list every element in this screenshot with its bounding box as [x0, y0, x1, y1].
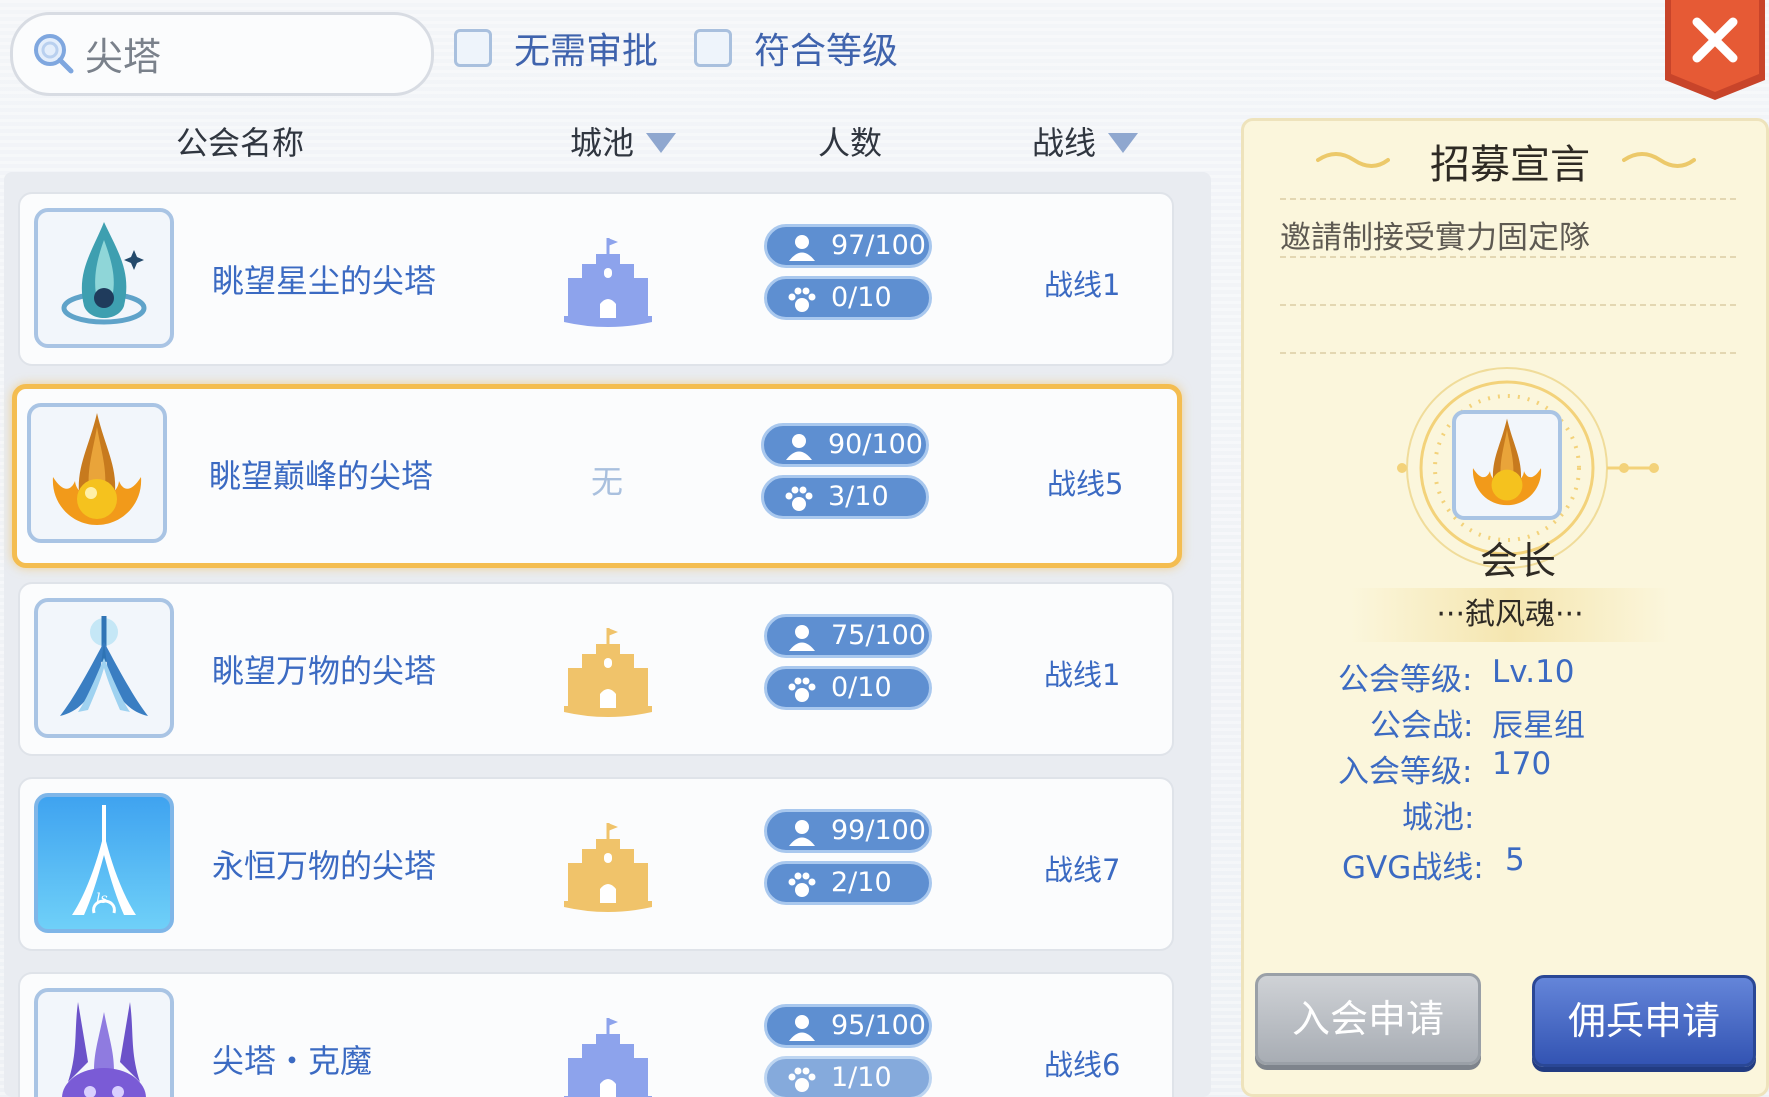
filter-no-approval[interactable]: 无需审批 — [454, 22, 658, 74]
member-count-badge: 75/100 — [764, 614, 932, 658]
search-icon — [34, 34, 74, 74]
leader-avatar — [1452, 410, 1562, 520]
sort-arrow-icon — [1108, 133, 1139, 153]
column-header-city-label: 城池 — [570, 124, 635, 162]
manifesto-title: 招募宣言 — [1430, 142, 1590, 188]
guild-war-value: 辰星组 — [1492, 708, 1585, 744]
guild-level-label: 公会等级: — [1338, 662, 1473, 698]
join-level-value: 170 — [1492, 746, 1552, 782]
blue-castle-icon — [564, 238, 652, 327]
guild-level-value: Lv.10 — [1492, 654, 1575, 690]
gold-castle-icon — [564, 628, 652, 717]
leader-name: ···弑风魂··· — [1350, 588, 1670, 642]
guild-name: 永恒万物的尖塔 — [212, 847, 437, 885]
sort-arrow-icon — [646, 133, 677, 153]
title-ornament-left-icon — [1316, 152, 1390, 168]
gvg-line-label: GVG战线: — [1342, 850, 1484, 886]
member-count: 90/100 — [828, 429, 923, 460]
close-button[interactable] — [1661, 0, 1769, 104]
column-header-line-label: 战线 — [1032, 124, 1097, 162]
filter-level-match-label: 符合等级 — [754, 31, 899, 72]
war-line: 战线1 — [1044, 658, 1121, 692]
pet-count-badge: 0/10 — [764, 276, 932, 320]
guild-name: 眺望万物的尖塔 — [212, 652, 437, 690]
paw-icon — [788, 677, 816, 702]
member-count-badge: 99/100 — [764, 809, 932, 853]
blue-castle-icon — [564, 1018, 652, 1097]
war-line: 战线6 — [1044, 1048, 1121, 1082]
guild-row-selected[interactable]: 眺望巅峰的尖塔 无 90/100 3/10 战线5 — [12, 384, 1182, 568]
search-box[interactable] — [10, 12, 434, 96]
war-line: 战线7 — [1044, 853, 1121, 887]
paw-icon — [785, 486, 813, 511]
guild-emblem-icon — [34, 988, 174, 1097]
city-label: 城池: — [1402, 800, 1475, 836]
guild-emblem-icon — [34, 598, 174, 738]
join-level-label: 入会等级: — [1338, 754, 1473, 790]
leader-label: 会长 — [1480, 539, 1557, 583]
flame-emblem-icon — [1472, 418, 1542, 506]
filter-level-match-checkbox[interactable] — [694, 29, 732, 67]
pet-count-badge: 1/10 — [764, 1056, 932, 1097]
person-icon — [786, 434, 812, 460]
manifesto-text: 邀請制接受實力固定隊 — [1280, 220, 1590, 256]
member-count-badge: 95/100 — [764, 1004, 932, 1048]
gvg-line-value: 5 — [1505, 842, 1525, 878]
pet-count: 0/10 — [831, 672, 892, 703]
divider — [1280, 304, 1736, 306]
pet-count-badge: 3/10 — [761, 475, 929, 519]
guild-name: 尖塔・克魔 — [212, 1042, 373, 1080]
guild-name: 眺望巅峰的尖塔 — [209, 457, 434, 495]
guild-war-label: 公会战: — [1370, 708, 1474, 744]
person-icon — [789, 820, 815, 846]
divider — [1280, 256, 1736, 258]
person-icon — [789, 625, 815, 651]
column-header-line[interactable]: 战线 — [1032, 118, 1139, 164]
member-count: 95/100 — [831, 1010, 926, 1041]
filter-no-approval-checkbox[interactable] — [454, 29, 492, 67]
pet-count: 2/10 — [831, 867, 892, 898]
column-header-city[interactable]: 城池 — [570, 118, 677, 164]
pet-count: 1/10 — [831, 1062, 892, 1093]
city-none-label: 无 — [591, 463, 624, 501]
guild-row[interactable]: ls 永恒万物的尖塔 99/100 2/10 战线7 — [18, 777, 1174, 951]
member-count: 75/100 — [831, 620, 926, 651]
guild-emblem-icon — [27, 403, 167, 543]
gold-castle-icon — [564, 823, 652, 912]
war-line: 战线5 — [1047, 467, 1124, 501]
pet-count-badge: 2/10 — [764, 861, 932, 905]
member-count-badge: 90/100 — [761, 423, 929, 467]
title-ornament-right-icon — [1622, 152, 1696, 168]
war-line: 战线1 — [1044, 268, 1121, 302]
guild-row[interactable]: 眺望万物的尖塔 75/100 0/10 战线1 — [18, 582, 1174, 756]
person-icon — [789, 235, 815, 261]
pet-count: 3/10 — [828, 481, 889, 512]
search-input[interactable] — [83, 25, 407, 81]
column-header-name: 公会名称 — [176, 124, 305, 162]
guild-emblem-icon — [34, 208, 174, 348]
paw-icon — [788, 872, 816, 897]
pet-count-badge: 0/10 — [764, 666, 932, 710]
column-header-members: 人数 — [818, 124, 883, 162]
person-icon — [789, 1015, 815, 1041]
divider — [1280, 198, 1736, 200]
divider — [1280, 352, 1736, 354]
svg-text:ls: ls — [96, 891, 108, 907]
close-icon — [1665, 0, 1765, 100]
member-count-badge: 97/100 — [764, 224, 932, 268]
guild-row[interactable]: 眺望星尘的尖塔 97/100 0/10 战线1 — [18, 192, 1174, 366]
guild-emblem-icon: ls — [34, 793, 174, 933]
paw-icon — [788, 287, 816, 312]
filter-no-approval-label: 无需审批 — [514, 31, 659, 72]
paw-icon — [788, 1067, 816, 1092]
guild-name: 眺望星尘的尖塔 — [212, 262, 437, 300]
pet-count: 0/10 — [831, 282, 892, 313]
member-count: 99/100 — [831, 815, 926, 846]
join-request-button[interactable]: 入会申请 — [1255, 973, 1481, 1065]
filter-level-match[interactable]: 符合等级 — [694, 22, 898, 74]
guild-row[interactable]: 尖塔・克魔 95/100 1/10 战线6 — [18, 972, 1174, 1097]
member-count: 97/100 — [831, 230, 926, 261]
mercenary-request-button[interactable]: 佣兵申请 — [1532, 975, 1756, 1067]
